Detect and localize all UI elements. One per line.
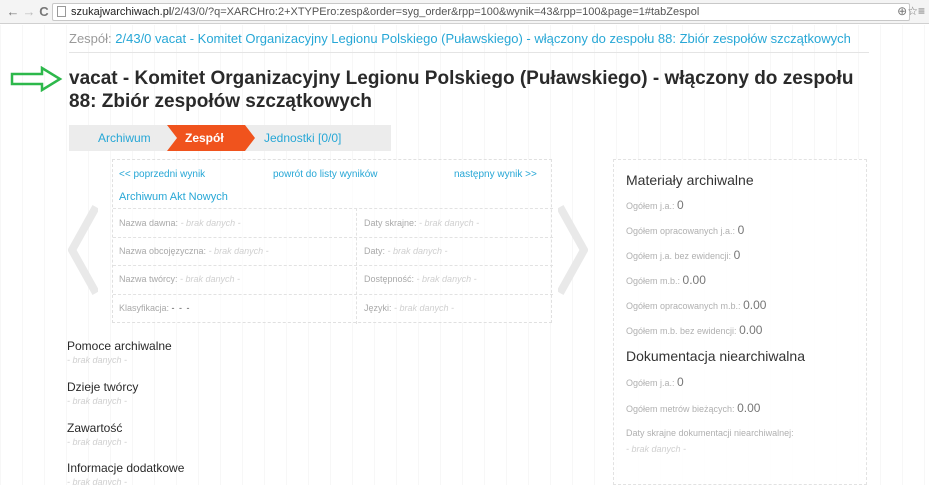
stat-bez-ewidencji-ja: Ogółem j.a. bez ewidencji: 0 xyxy=(626,248,740,262)
tab-bar: Archiwum Zespół Jednostki [0/0] xyxy=(69,125,391,151)
stat-opracowanych-ja: Ogółem opracowanych j.a.: 0 xyxy=(626,223,744,237)
tab-archiwum[interactable]: Archiwum xyxy=(98,125,151,151)
field-label: Klasyfikacja: xyxy=(119,303,170,313)
stat-bez-ewidencji-mb: Ogółem m.b. bez ewidencji: 0.00 xyxy=(626,323,762,337)
section-title-zawartosc: Zawartość xyxy=(67,421,123,435)
statistics-panel: Materiały archiwalne Ogółem j.a.: 0 Ogół… xyxy=(613,159,867,485)
previous-chevron-icon[interactable] xyxy=(68,205,98,295)
stat-docs-dates-value: - brak danych - xyxy=(626,444,686,454)
next-chevron-icon[interactable] xyxy=(558,205,588,295)
stat-value: 0 xyxy=(733,248,741,262)
field-dostepnosc: Dostępność: - brak danych - xyxy=(364,274,477,284)
stat-value: 0.00 xyxy=(739,323,763,337)
divider xyxy=(113,208,553,209)
stat-label: Ogółem j.a.: xyxy=(626,201,675,211)
field-label: Daty: xyxy=(364,246,386,256)
stat-label: Ogółem metrów bieżących: xyxy=(626,404,735,414)
browser-toolbar: ← → C szukajwarchiwach.pl/2/43/0/?q=XARC… xyxy=(0,0,929,24)
field-label: Języki: xyxy=(364,303,392,313)
divider xyxy=(69,52,869,53)
field-value: - - - xyxy=(171,303,191,313)
archive-link[interactable]: Archiwum Akt Nowych xyxy=(119,191,228,203)
stat-label: Ogółem opracowanych m.b.: xyxy=(626,301,741,311)
stat-docs-dates-label: Daty skrajne dokumentacji niearchiwalnej… xyxy=(626,428,794,438)
section-value-dzieje: - brak danych - xyxy=(67,396,128,406)
section-title-dzieje: Dzieje twórcy xyxy=(67,380,139,394)
field-value: - brak danych - xyxy=(180,218,241,228)
field-label: Nazwa twórcy: xyxy=(119,274,178,284)
divider xyxy=(356,208,357,324)
stat-ogolem-ja: Ogółem j.a.: 0 xyxy=(626,198,684,212)
prev-result-link[interactable]: << poprzedni wynik xyxy=(119,169,205,180)
tab-zespol[interactable]: Zespół xyxy=(167,125,257,151)
browser-menu-icons[interactable]: ⊕☆≡ xyxy=(897,4,925,18)
section-value-zawartosc: - brak danych - xyxy=(67,437,128,447)
field-value: - brak danych - xyxy=(387,246,448,256)
stat-label: Ogółem j.a.: xyxy=(626,378,675,388)
field-daty-skrajne: Daty skrajne: - brak danych - xyxy=(364,218,479,228)
field-value: - brak danych - xyxy=(416,274,477,284)
field-label: Nazwa dawna: xyxy=(119,218,179,228)
next-result-link[interactable]: następny wynik >> xyxy=(454,169,537,180)
stat-value: 0.00 xyxy=(737,401,761,415)
stat-docs-ja: Ogółem j.a.: 0 xyxy=(626,375,684,389)
field-label: Nazwa obcojęzyczna: xyxy=(119,246,207,256)
url-host: szukajwarchiwach.pl xyxy=(71,6,172,18)
field-nazwa-dawna: Nazwa dawna: - brak danych - xyxy=(119,218,241,228)
docs-heading: Dokumentacja niearchiwalna xyxy=(626,348,805,364)
stat-docs-metrow: Ogółem metrów bieżących: 0.00 xyxy=(626,401,760,415)
field-value: - brak danych - xyxy=(394,303,455,313)
stat-value: 0.00 xyxy=(682,273,706,287)
stat-label: Ogółem opracowanych j.a.: xyxy=(626,226,736,236)
field-jezyki: Języki: - brak danych - xyxy=(364,303,454,313)
page-icon xyxy=(57,6,66,17)
materials-heading: Materiały archiwalne xyxy=(626,172,754,188)
tab-zespol-label: Zespół xyxy=(185,131,224,145)
section-value-pomoce: - brak danych - xyxy=(67,355,128,365)
field-nazwa-tworcy: Nazwa twórcy: - brak danych - xyxy=(119,274,240,284)
url-path: /2/43/0/?q=XARCHro:2+XTYPEro:zesp&order=… xyxy=(171,6,700,18)
breadcrumb-label: Zespół: xyxy=(69,31,112,46)
back-arrow-icon[interactable]: ← xyxy=(6,4,20,20)
forward-arrow-icon[interactable]: → xyxy=(22,4,36,20)
stat-value: - brak danych - xyxy=(626,444,687,454)
address-bar[interactable]: szukajwarchiwach.pl/2/43/0/?q=XARCHro:2+… xyxy=(52,3,910,21)
tab-jednostki[interactable]: Jednostki [0/0] xyxy=(264,125,341,151)
field-label: Daty skrajne: xyxy=(364,218,417,228)
stat-label: Ogółem j.a. bez ewidencji: xyxy=(626,251,732,261)
page-title: vacat - Komitet Organizacyjny Legionu Po… xyxy=(69,68,854,112)
stat-ogolem-mb: Ogółem m.b.: 0.00 xyxy=(626,273,706,287)
field-label: Dostępność: xyxy=(364,274,415,284)
stat-label: Ogółem m.b. bez ewidencji: xyxy=(626,326,737,336)
field-nazwa-obcojezyczna: Nazwa obcojęzyczna: - brak danych - xyxy=(119,246,269,256)
divider xyxy=(113,237,553,238)
field-daty: Daty: - brak danych - xyxy=(364,246,448,256)
breadcrumb: Zespół: 2/43/0 vacat - Komitet Organizac… xyxy=(69,31,851,46)
page-content: Zespół: 2/43/0 vacat - Komitet Organizac… xyxy=(0,25,929,485)
field-value: - brak danych - xyxy=(208,246,269,256)
field-klasyfikacja: Klasyfikacja: - - - xyxy=(119,303,191,313)
stat-value: 0 xyxy=(677,198,684,212)
back-to-list-link[interactable]: powrót do listy wyników xyxy=(273,169,377,180)
stat-value: 0 xyxy=(737,223,745,237)
section-title-pomoce: Pomoce archiwalne xyxy=(67,339,172,353)
divider xyxy=(113,265,553,266)
green-arrow-icon xyxy=(10,66,63,92)
stat-value: 0 xyxy=(677,375,684,389)
section-title-informacje: Informacje dodatkowe xyxy=(67,461,185,475)
stat-label: Ogółem m.b.: xyxy=(626,276,681,286)
breadcrumb-link[interactable]: 2/43/0 vacat - Komitet Organizacyjny Leg… xyxy=(115,31,851,46)
reload-icon[interactable]: C xyxy=(37,4,51,20)
stat-opracowanych-mb: Ogółem opracowanych m.b.: 0.00 xyxy=(626,298,766,312)
unit-info-box: << poprzedni wynik powrót do listy wynik… xyxy=(112,159,553,324)
field-value: - brak danych - xyxy=(180,274,241,284)
stat-value: 0.00 xyxy=(743,298,767,312)
section-value-informacje: - brak danych - xyxy=(67,477,128,485)
divider xyxy=(113,294,553,295)
field-value: - brak danych - xyxy=(419,218,480,228)
